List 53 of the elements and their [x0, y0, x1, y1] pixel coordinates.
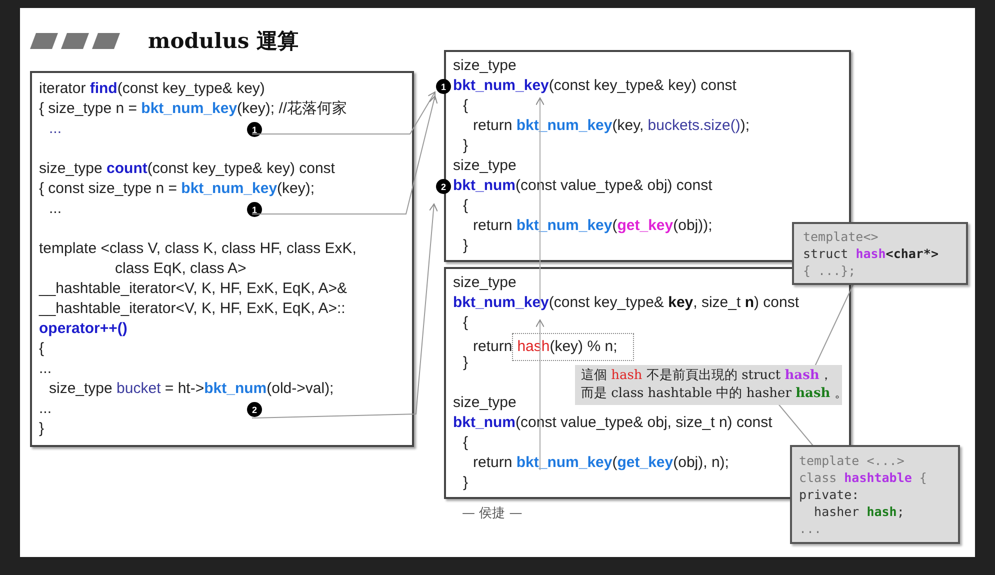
code-line: {: [463, 434, 468, 451]
code-line: return bkt_num_key(get_key(obj));: [473, 217, 712, 234]
code-line: hasher hash;: [813, 503, 906, 520]
code-line: return bkt_num_key(get_key(obj), n);: [473, 454, 729, 471]
code-line: return bkt_num_key(key, buckets.size());: [473, 117, 750, 134]
number-badge: 1: [247, 202, 262, 217]
code-line: class EqK, class A>: [115, 260, 246, 277]
code-line: bkt_num(const value_type& obj, size_t n) const: [453, 414, 772, 431]
code-line: __hashtable_iterator<V, K, HF, ExK, EqK, A>&: [39, 280, 347, 297]
dotted-frame: hash(key) % n;: [512, 333, 634, 361]
code-line: struct hash<char*>: [803, 245, 940, 262]
code-line: }: [463, 474, 468, 491]
code-line: size_type bucket = ht->bkt_num(old->val);: [49, 380, 334, 397]
code-line: { size_type n = bkt_num_key(key); //花落何家: [39, 100, 348, 117]
code-line: size_type count(const key_type& key) const: [39, 160, 335, 177]
code-line: class hashtable {: [799, 469, 928, 486]
note-line: 這個 hash 不是前頁出現的 struct hash，: [581, 367, 834, 385]
number-badge: 1: [247, 122, 262, 137]
code-line: ...: [49, 120, 62, 137]
code-line: { ...};: [803, 262, 857, 279]
code-line: bkt_num_key(const key_type& key) const: [453, 77, 736, 94]
code-line: }: [463, 354, 468, 371]
code-line: {: [463, 314, 468, 331]
code-line: {: [463, 197, 468, 214]
code-line: __hashtable_iterator<V, K, HF, ExK, EqK, A>::: [39, 300, 346, 317]
code-line: { const size_type n = bkt_num_key(key);: [39, 180, 315, 197]
code-line: iterator find(const key_type& key): [39, 80, 265, 97]
code-line: ...: [39, 360, 52, 377]
code-line: {: [39, 340, 44, 357]
code-line: bkt_num_key(const key_type& key, size_t n) const: [453, 294, 800, 311]
slash-bars-icon: [30, 33, 120, 49]
slide-title: modulus 運算: [148, 27, 299, 56]
number-badge: 1: [436, 79, 451, 94]
code-line: {: [463, 97, 468, 114]
code-line: template <...>: [799, 452, 906, 469]
code-line: bkt_num(const value_type& obj) const: [453, 177, 712, 194]
code-line: }: [39, 420, 44, 437]
code-line: ...: [49, 200, 62, 217]
code-line: private:: [799, 486, 860, 503]
code-line: size_type: [453, 157, 516, 174]
code-line: operator++(): [39, 320, 128, 337]
code-line: ...: [39, 400, 52, 417]
code-line: template <class V, class K, class HF, class ExK,: [39, 240, 356, 257]
code-line: }: [463, 237, 468, 254]
code-line: ...: [799, 520, 823, 537]
number-badge: 2: [247, 402, 262, 417]
code-line: }: [463, 137, 468, 154]
code-line: size_type: [453, 274, 516, 291]
author-credit: — 侯捷 —: [462, 505, 522, 523]
code-line: size_type: [453, 394, 516, 411]
code-line: size_type: [453, 57, 516, 74]
code-line: template<>: [803, 228, 880, 245]
number-badge: 2: [436, 179, 451, 194]
